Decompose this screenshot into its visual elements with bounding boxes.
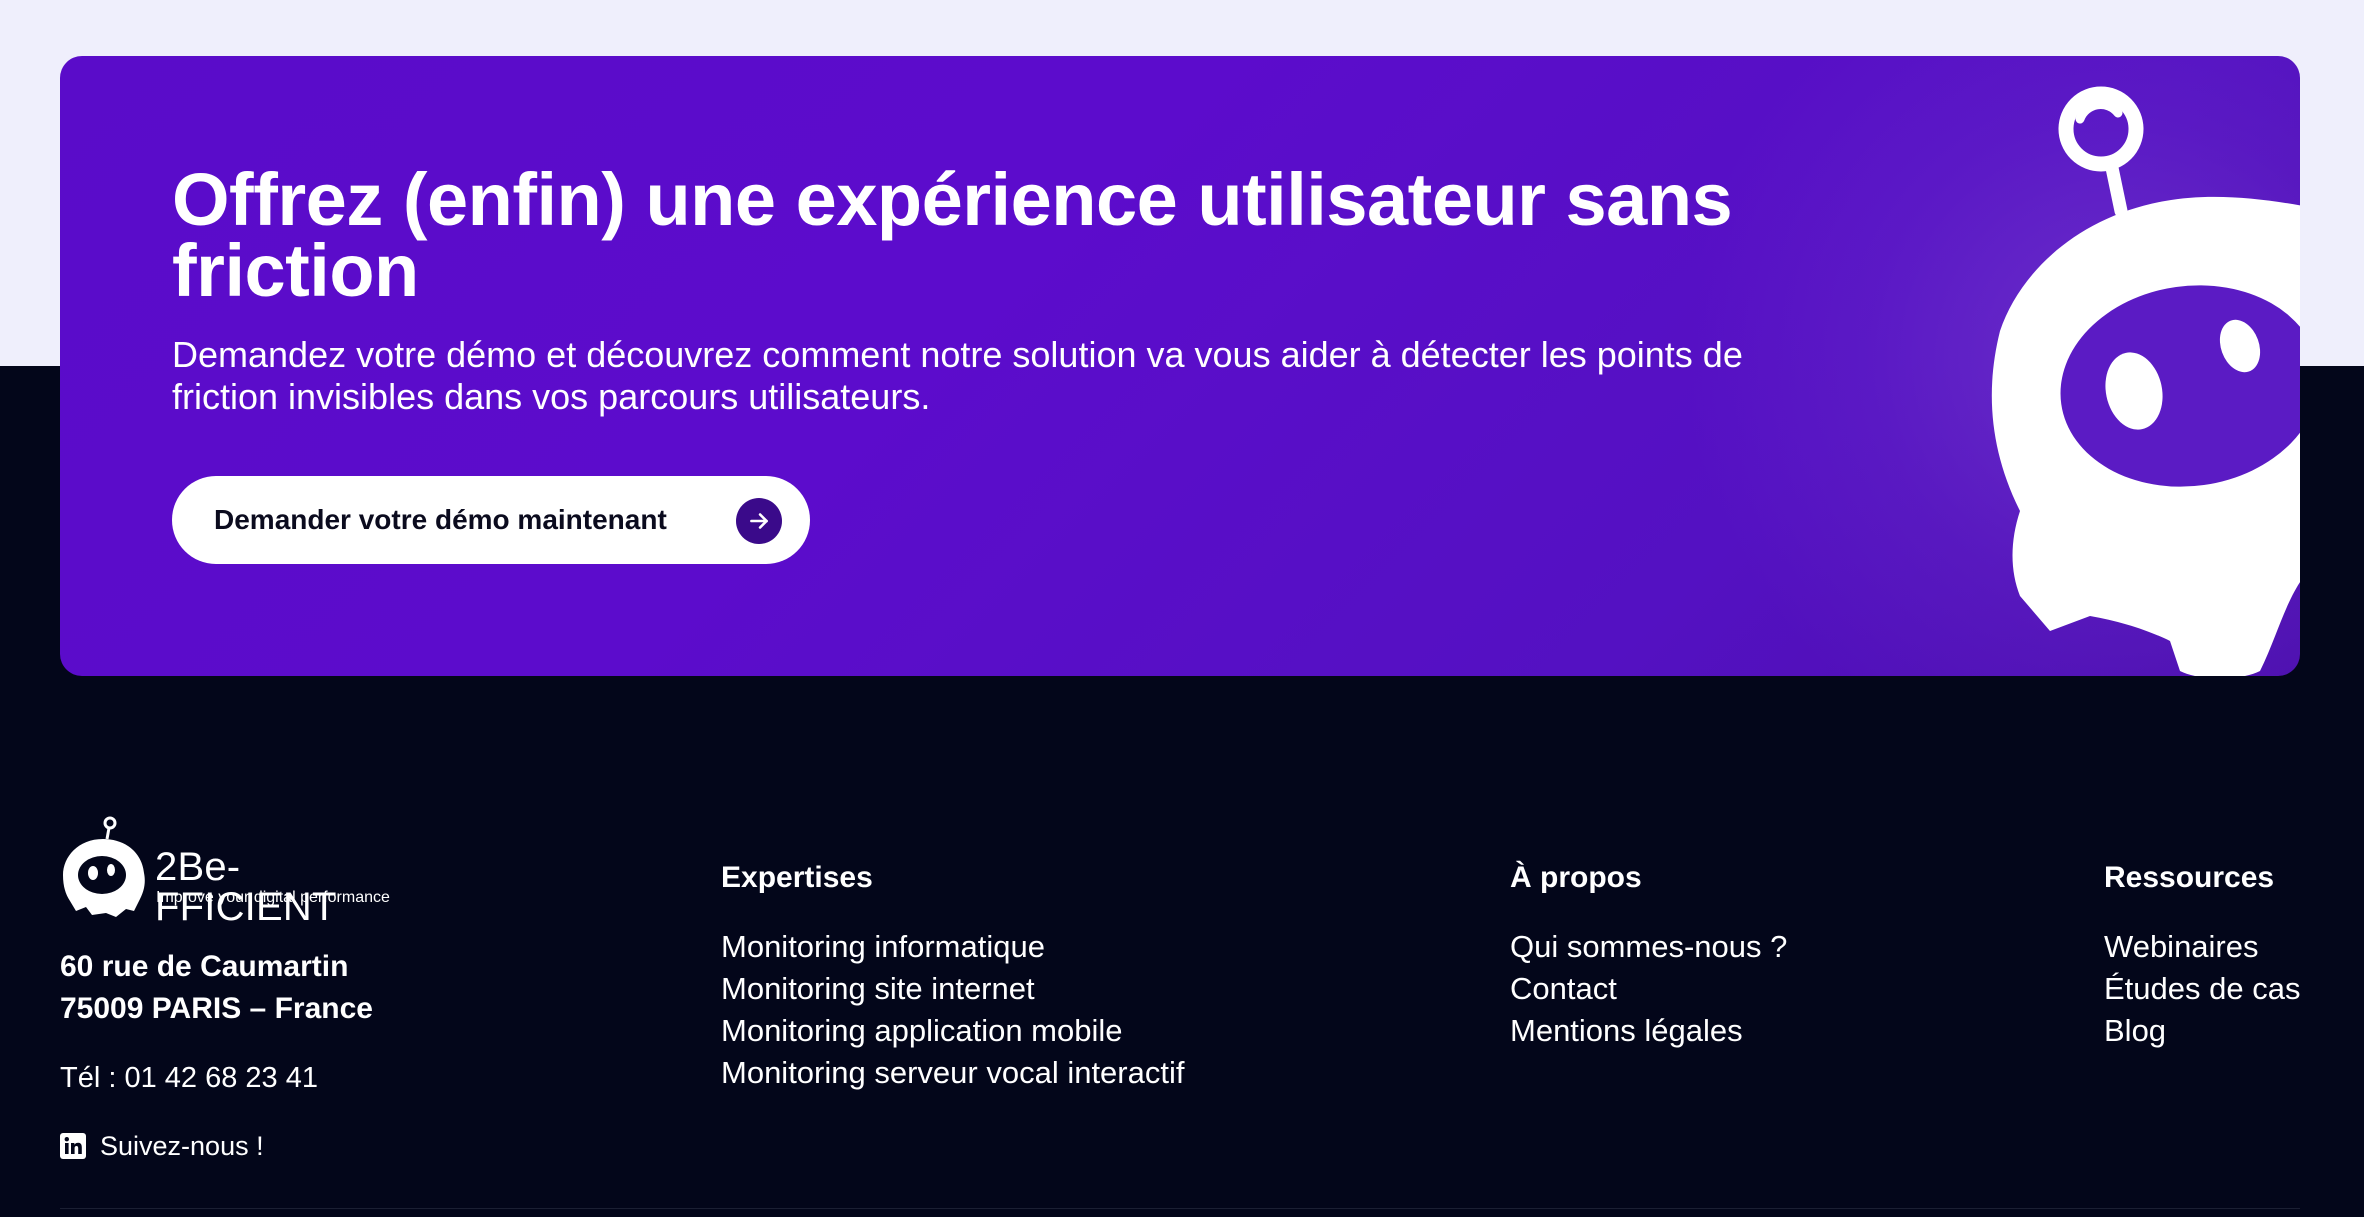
robot-mascot-icon — [1991, 86, 2300, 676]
link-monitoring-serveur-vocal[interactable]: Monitoring serveur vocal interactif — [721, 1055, 1184, 1090]
link-qui-sommes-nous[interactable]: Qui sommes-nous ? — [1510, 929, 1787, 964]
column-heading: Ressources — [2104, 861, 2275, 894]
linkedin-follow-link[interactable]: Suivez-nous ! — [60, 1127, 264, 1165]
address-line-street: 60 rue de Caumartin — [60, 950, 349, 983]
link-monitoring-site-internet[interactable]: Monitoring site internet — [721, 971, 1035, 1006]
robot-logo-icon — [63, 816, 145, 917]
linkedin-follow-label: Suivez-nous ! — [100, 1130, 264, 1161]
link-contact[interactable]: Contact — [1510, 971, 1617, 1006]
linkedin-icon — [60, 1133, 86, 1159]
company-logo[interactable]: 2Be-FFICIENT Improve your digital perfor… — [60, 815, 420, 929]
column-heading: À propos — [1510, 861, 1642, 894]
link-webinaires[interactable]: Webinaires — [2104, 929, 2259, 964]
footer-divider — [60, 1208, 2300, 1209]
column-heading: Expertises — [721, 861, 873, 894]
company-address: 60 rue de Caumartin 75009 PARIS – France — [60, 946, 373, 1030]
cta-banner: Offrez (enfin) une expérience utilisateu… — [60, 56, 2300, 676]
link-monitoring-informatique[interactable]: Monitoring informatique — [721, 929, 1045, 964]
link-monitoring-application-mobile[interactable]: Monitoring application mobile — [721, 1013, 1123, 1048]
phone-number: Tél : 01 42 68 23 41 — [60, 1062, 318, 1094]
footer-column-ressources: Ressources Webinaires Études de cas Blog — [2104, 860, 2300, 1052]
footer-column-a-propos: À propos Qui sommes-nous ? Contact Menti… — [1510, 860, 1787, 1052]
cta-title: Offrez (enfin) une expérience utilisateu… — [172, 158, 1733, 312]
request-demo-button[interactable]: Demander votre démo maintenant — [172, 476, 810, 564]
link-mentions-legales[interactable]: Mentions légales — [1510, 1013, 1743, 1048]
logo-name: 2Be-FFICIENT — [155, 845, 337, 929]
logo-tagline: Improve your digital performance — [156, 889, 390, 906]
link-etudes-de-cas[interactable]: Études de cas — [2104, 971, 2300, 1006]
arrow-right-icon — [736, 498, 782, 544]
link-blog[interactable]: Blog — [2104, 1013, 2166, 1048]
cta-subtitle: Demandez votre démo et découvrez comment… — [172, 334, 1743, 417]
address-line-city: 75009 PARIS – France — [60, 992, 373, 1025]
footer-column-expertises: Expertises Monitoring informatique Monit… — [721, 860, 1184, 1094]
request-demo-button-label: Demander votre démo maintenant — [214, 504, 667, 535]
